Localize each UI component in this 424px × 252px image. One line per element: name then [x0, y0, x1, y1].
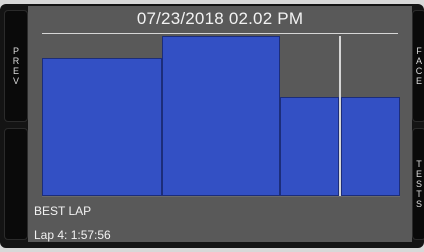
chart-baseline — [42, 196, 400, 197]
best-lap-value: Lap 4: 1:57:56 — [34, 228, 111, 242]
lap-bar — [341, 97, 400, 196]
current-lap-marker — [339, 36, 341, 196]
prev-button-label: P R E V — [12, 46, 20, 86]
right-lower-button[interactable]: T E S T S — [412, 128, 424, 240]
lap-bar-chart — [42, 34, 402, 196]
device-frame: P R E V F A C E T E S T S 07/23/2018 02.… — [0, 0, 424, 252]
datetime-header: 07/23/2018 02.02 PM — [136, 9, 304, 28]
prev-button[interactable]: P R E V — [4, 10, 28, 122]
lap-bar — [162, 36, 280, 196]
right-lower-button-label: T E S T S — [415, 159, 422, 209]
right-upper-button-label: F A C E — [415, 46, 423, 86]
lap-bar — [280, 97, 339, 196]
display-screen: 07/23/2018 02.02 PM BEST LAP Lap 4: 1:57… — [28, 6, 412, 242]
right-upper-button[interactable]: F A C E — [412, 10, 424, 122]
left-lower-button[interactable] — [4, 128, 28, 240]
best-lap-label: BEST LAP — [34, 204, 92, 218]
lap-bar — [42, 58, 162, 196]
